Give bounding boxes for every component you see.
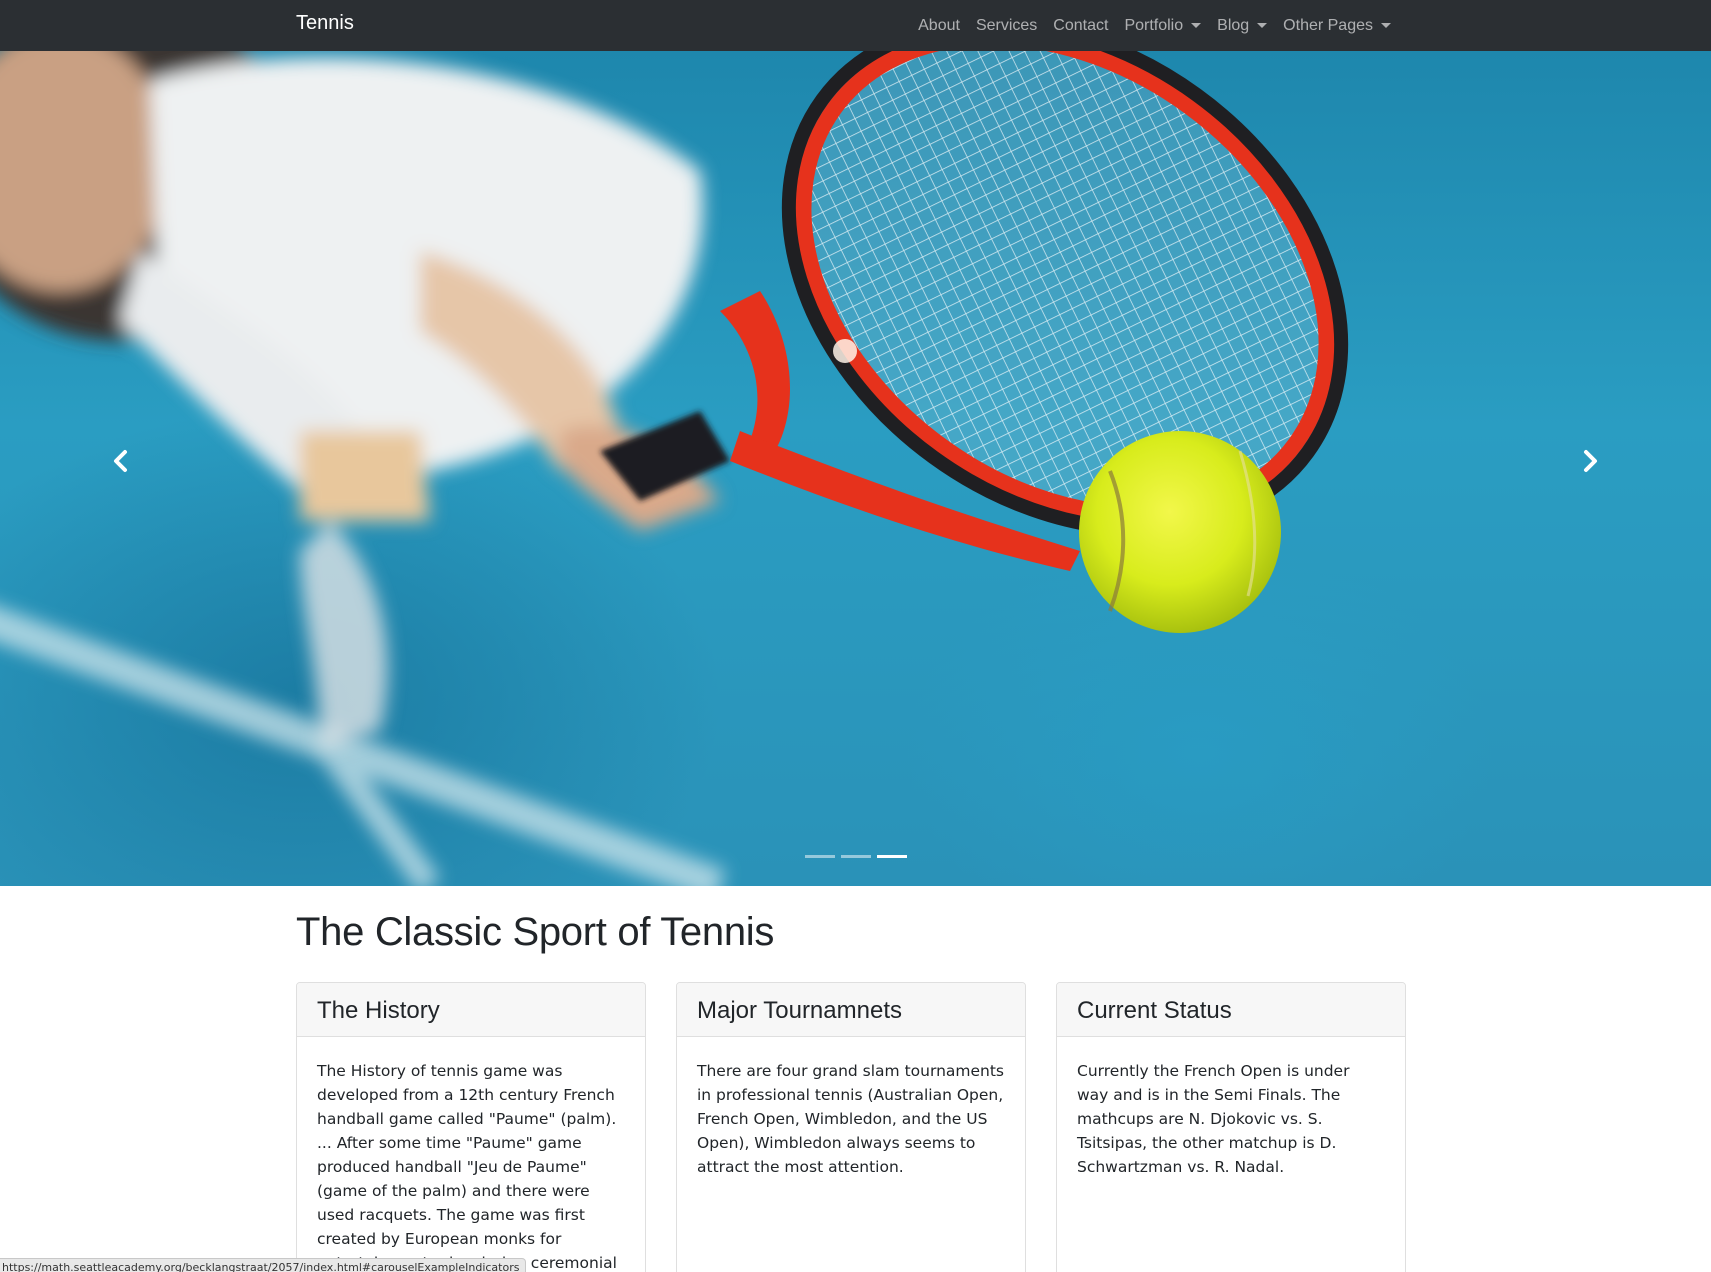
nav-link-services[interactable]: Services — [968, 17, 1045, 35]
hero-carousel — [0, 51, 1711, 886]
nav-dropdown-other-pages[interactable]: Other Pages — [1275, 17, 1399, 35]
caret-down-icon — [1191, 23, 1202, 28]
tennis-hero-image — [0, 51, 1349, 886]
carousel-indicator-3[interactable] — [876, 855, 907, 858]
page-title: The Classic Sport of Tennis — [296, 910, 775, 954]
chevron-left-icon — [114, 450, 127, 472]
nav-dropdown-blog[interactable]: Blog — [1209, 17, 1275, 35]
caret-down-icon — [1381, 23, 1391, 28]
card-tournaments: Major Tournamnets There are four grand s… — [676, 982, 1026, 1272]
top-navbar: Tennis About Services Contact Portfolio … — [0, 0, 1711, 51]
nav-link-label: Services — [975, 16, 1038, 34]
card-history: The History The History of tennis game w… — [296, 982, 646, 1272]
carousel-next-button[interactable] — [1561, 431, 1621, 491]
carousel-indicators — [0, 855, 1711, 858]
card-text: There are four grand slam tournaments in… — [697, 1062, 1005, 1176]
card-title: The History — [297, 983, 645, 1037]
nav-menu: About Services Contact Portfolio Blog Ot… — [910, 0, 1399, 51]
card-text: The History of tennis game was developed… — [317, 1062, 617, 1272]
carousel-prev-button[interactable] — [90, 431, 150, 491]
card-text: Currently the French Open is under way a… — [1077, 1062, 1350, 1176]
nav-link-label: Contact — [1053, 16, 1109, 34]
card-current-status: Current Status Currently the French Open… — [1056, 982, 1406, 1272]
link-preview-statusbar: https://math.seattleacademy.org/becklang… — [0, 1258, 527, 1272]
carousel-indicator-1[interactable] — [804, 855, 835, 858]
nav-link-about[interactable]: About — [910, 17, 968, 35]
nav-dropdown-portfolio[interactable]: Portfolio — [1116, 17, 1209, 35]
nav-link-label: Portfolio — [1124, 16, 1184, 34]
carousel-indicator-2[interactable] — [840, 855, 871, 858]
card-row: The History The History of tennis game w… — [296, 982, 1406, 1272]
caret-down-icon — [1257, 23, 1268, 28]
card-title: Major Tournamnets — [677, 983, 1025, 1037]
nav-link-label: Blog — [1217, 16, 1250, 34]
card-title: Current Status — [1057, 983, 1405, 1037]
nav-link-contact[interactable]: Contact — [1045, 17, 1116, 35]
chevron-right-icon — [1584, 450, 1597, 472]
nav-link-label: About — [918, 16, 960, 34]
brand-link[interactable]: Tennis — [296, 12, 354, 35]
nav-link-label: Other Pages — [1283, 16, 1373, 34]
